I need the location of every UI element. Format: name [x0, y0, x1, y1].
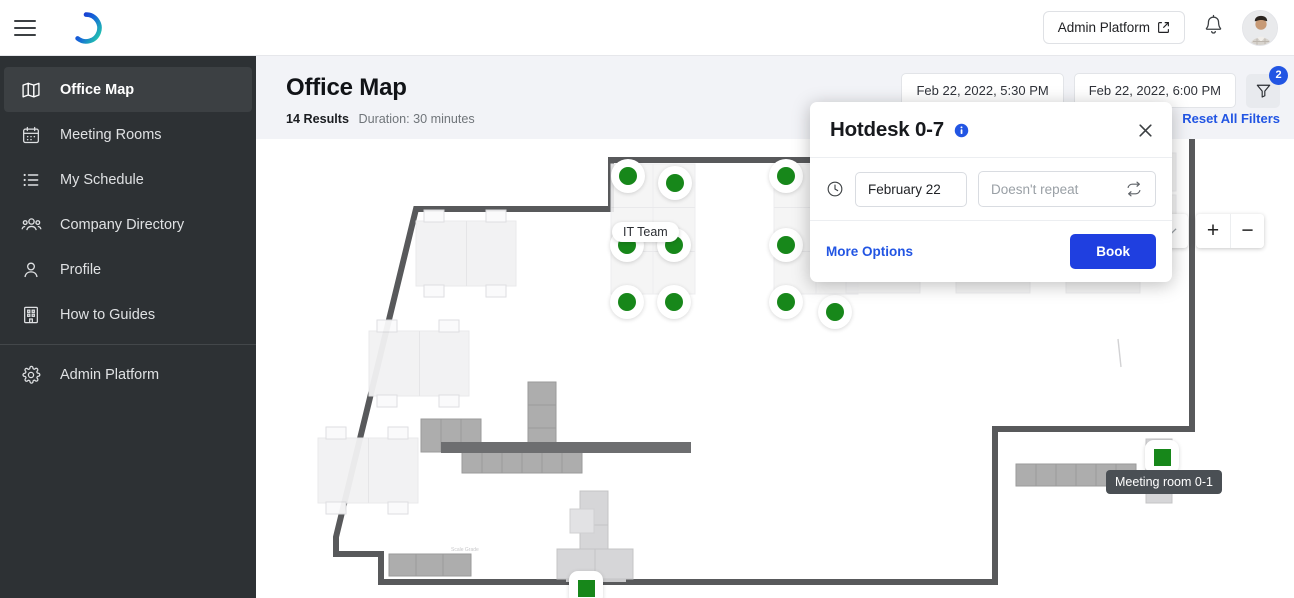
info-icon[interactable] — [954, 123, 969, 138]
filter-button[interactable]: 2 — [1246, 65, 1288, 108]
brand-ring-logo[interactable] — [69, 11, 103, 45]
notifications-button[interactable] — [1203, 14, 1224, 42]
sidebar: Office Map Meeting Rooms My Schedule Com… — [0, 56, 256, 598]
sidebar-item-label: Meeting Rooms — [60, 126, 162, 143]
sidebar-divider — [0, 344, 256, 345]
funnel-icon — [1256, 84, 1270, 98]
popup-footer: More Options Book — [810, 220, 1172, 282]
available-dot — [777, 293, 795, 311]
book-button[interactable]: Book — [1070, 234, 1156, 269]
person-icon — [20, 259, 42, 281]
large-room-marker[interactable] — [569, 571, 603, 598]
team-chip[interactable]: IT Team — [612, 222, 679, 242]
hotdesk-marker[interactable] — [611, 159, 645, 193]
sidebar-item-office-map[interactable]: Office Map — [4, 67, 252, 112]
top-bar: Admin Platform — [0, 0, 1294, 56]
repeat-icon — [1125, 181, 1143, 197]
popup-body: February 22 Doesn't repeat — [810, 157, 1172, 220]
hotdesk-marker[interactable] — [769, 228, 803, 262]
zoom-button-group: + − — [1196, 214, 1264, 248]
hotdesk-marker[interactable] — [610, 285, 644, 319]
available-dot — [826, 303, 844, 321]
date-input[interactable]: February 22 — [855, 171, 967, 207]
close-icon[interactable] — [1137, 122, 1154, 139]
admin-platform-label: Admin Platform — [1057, 20, 1150, 35]
results-count: 14 Results — [286, 112, 349, 126]
sidebar-item-company-directory[interactable]: Company Directory — [4, 202, 252, 247]
avatar[interactable] — [1242, 9, 1278, 46]
zoom-out-button[interactable]: − — [1230, 214, 1264, 248]
duration-label: Duration: 30 minutes — [358, 112, 475, 126]
sidebar-item-my-schedule[interactable]: My Schedule — [4, 157, 252, 202]
zoom-in-button[interactable]: + — [1196, 214, 1230, 248]
popup-title: Hotdesk 0-7 — [830, 118, 945, 141]
sidebar-item-label: Admin Platform — [60, 366, 160, 383]
hotdesk-marker[interactable] — [769, 159, 803, 193]
reset-all-filters-link[interactable]: Reset All Filters — [1182, 111, 1280, 126]
sidebar-item-admin-platform[interactable]: Admin Platform — [4, 352, 252, 397]
top-bar-actions: Admin Platform — [1042, 9, 1278, 46]
available-square — [577, 579, 595, 597]
repeat-select[interactable]: Doesn't repeat — [978, 171, 1156, 207]
calendar-icon — [20, 124, 42, 146]
sidebar-item-label: Profile — [60, 261, 102, 278]
sidebar-item-profile[interactable]: Profile — [4, 247, 252, 292]
available-dot — [619, 167, 637, 185]
sidebar-item-label: My Schedule — [60, 171, 144, 188]
repeat-placeholder: Doesn't repeat — [991, 181, 1079, 197]
bell-icon — [1205, 14, 1222, 34]
sidebar-item-label: How to Guides — [60, 306, 156, 323]
building-icon — [20, 304, 42, 326]
meeting-room-tooltip: Meeting room 0-1 — [1106, 470, 1222, 494]
available-dot — [777, 167, 795, 185]
sidebar-item-how-to-guides[interactable]: How to Guides — [4, 292, 252, 337]
available-dot — [665, 293, 683, 311]
available-dot — [666, 174, 684, 192]
more-options-link[interactable]: More Options — [826, 244, 913, 259]
hotdesk-marker[interactable] — [657, 285, 691, 319]
meeting-room-marker[interactable] — [1145, 440, 1179, 474]
hotdesk-marker[interactable] — [658, 166, 692, 200]
list-icon — [20, 169, 42, 191]
hotdesk-marker[interactable] — [769, 285, 803, 319]
svg-text:Scale Grade: Scale Grade — [451, 547, 479, 553]
gear-icon — [20, 364, 42, 386]
available-square — [1153, 448, 1171, 466]
hamburger-menu-icon[interactable] — [14, 19, 36, 36]
clock-icon — [826, 180, 844, 198]
avatar-photo — [1243, 10, 1277, 45]
admin-platform-button[interactable]: Admin Platform — [1042, 11, 1185, 44]
people-icon — [20, 214, 42, 236]
popup-header: Hotdesk 0-7 — [810, 102, 1172, 157]
sidebar-item-meeting-rooms[interactable]: Meeting Rooms — [4, 112, 252, 157]
available-dot — [777, 236, 795, 254]
map-icon — [20, 79, 42, 101]
external-link-icon — [1158, 22, 1169, 33]
office-map-app: Admin Platform Office Map Meeting Rooms … — [0, 0, 1294, 598]
sidebar-item-label: Company Directory — [60, 216, 185, 233]
filter-badge: 2 — [1269, 65, 1288, 85]
hotdesk-marker-selected[interactable] — [818, 295, 852, 329]
hotdesk-booking-popup: Hotdesk 0-7 February 22 Doesn't repeat M… — [810, 102, 1172, 282]
available-dot — [618, 293, 636, 311]
sidebar-item-label: Office Map — [60, 81, 135, 98]
